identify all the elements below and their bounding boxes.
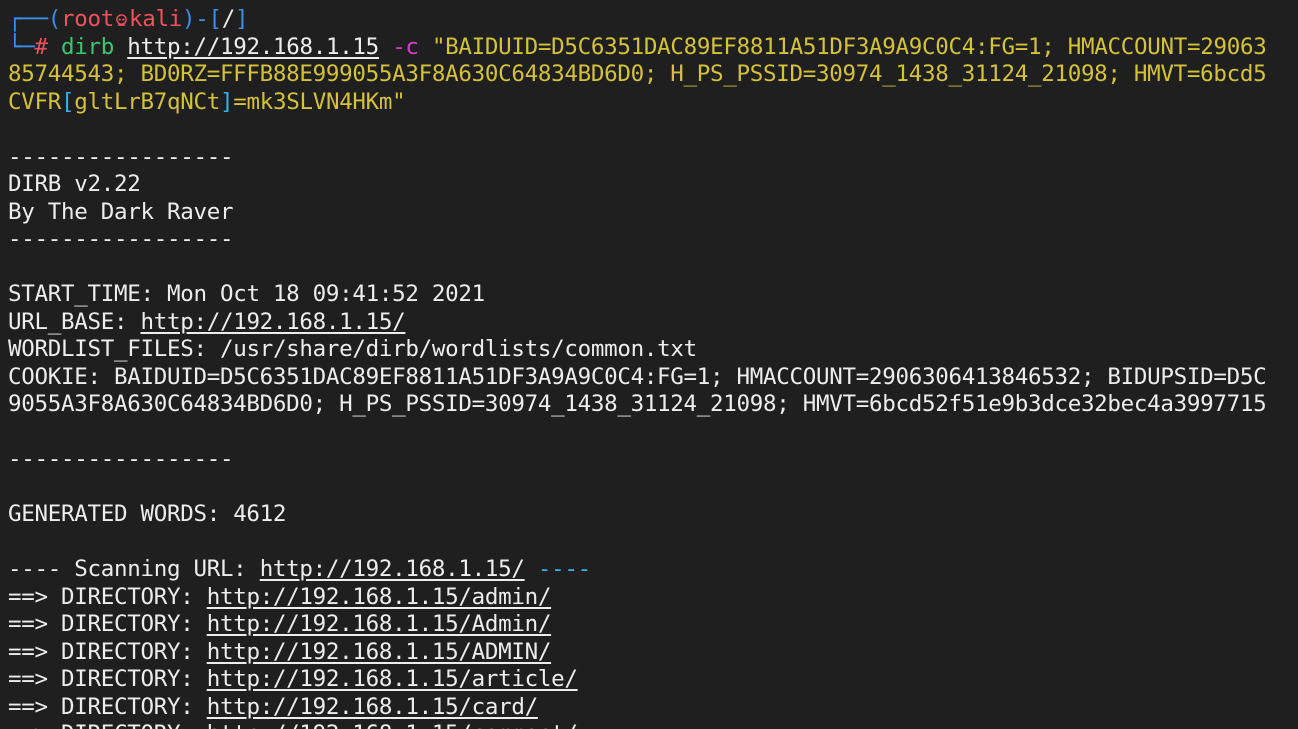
prompt-path-close: ]: [235, 6, 249, 32]
command-cookie-2: 85744543; BD0RZ=FFFB88E999055A3F8A630C64…: [8, 61, 1267, 87]
banner-author: By The Dark Raver: [8, 198, 234, 225]
scanning-url-link[interactable]: http://192.168.1.15/: [260, 556, 525, 582]
skull-icon: [116, 14, 127, 26]
prompt-close: )-[: [182, 6, 222, 32]
result-link[interactable]: http://192.168.1.15/Admin/: [207, 611, 552, 637]
generated-words-label: GENERATED WORDS:: [8, 501, 234, 527]
url-base-label: URL_BASE:: [8, 308, 141, 335]
result-row: ==> DIRECTORY: http://192.168.1.15/ADMIN…: [8, 639, 1298, 667]
scanning-url-line: ---- Scanning URL: http://192.168.1.15/ …: [8, 556, 1298, 584]
wordlist-line: WORDLIST_FILES: /usr/share/dirb/wordlist…: [8, 336, 1298, 364]
info-separator: -----------------: [8, 446, 234, 472]
command-line-wrap-1: 85744543; BD0RZ=FFFB88E999055A3F8A630C64…: [8, 61, 1298, 89]
result-prefix: ==> DIRECTORY:: [8, 611, 207, 637]
result-prefix: ==> DIRECTORY:: [8, 721, 207, 729]
prompt-corner-bottom: └─: [8, 33, 35, 60]
result-link[interactable]: http://192.168.1.15/admin/: [207, 584, 552, 610]
generated-words-line: GENERATED WORDS: 4612: [8, 501, 1298, 529]
prompt-user: root: [61, 6, 114, 32]
command-line[interactable]: └─# dirb http://192.168.1.15 -c "BAIDUID…: [8, 34, 1298, 62]
banner-title: DIRB v2.22: [8, 171, 141, 197]
wordlist-label: WORDLIST_FILES:: [8, 336, 220, 362]
prompt-hash: #: [34, 33, 49, 60]
result-link[interactable]: http://192.168.1.15/card/: [207, 694, 538, 720]
command-cookie-1: "BAIDUID=D5C6351DAC89EF8811A51DF3A9A9C0C…: [431, 33, 1267, 60]
prompt-host: kali: [129, 6, 182, 32]
prompt-corner-top: ┌──: [8, 6, 48, 32]
result-prefix: ==> DIRECTORY:: [8, 583, 207, 610]
command-cookie-3d: ]: [219, 88, 234, 115]
banner-separator-top: -----------------: [8, 143, 234, 170]
prompt-line: ┌──(root kali)-[/]: [8, 6, 1298, 34]
url-base-link[interactable]: http://192.168.1.15/: [140, 309, 405, 335]
result-prefix: ==> DIRECTORY:: [8, 638, 207, 665]
command-program: dirb: [61, 33, 114, 60]
scanning-prefix: ---- Scanning URL:: [8, 556, 260, 582]
command-cookie-3c: gltLrB7qNCt: [74, 88, 220, 115]
result-link[interactable]: http://192.168.1.15/comment/: [207, 721, 578, 729]
command-flag: -c: [392, 33, 419, 60]
result-prefix: ==> DIRECTORY:: [8, 666, 207, 692]
generated-words-count: 4612: [233, 501, 287, 527]
result-row: ==> DIRECTORY: http://192.168.1.15/artic…: [8, 666, 1298, 694]
url-base-line: URL_BASE: http://192.168.1.15/: [8, 309, 1298, 337]
command-line-wrap-2: CVFR[gltLrB7qNCt]=mk3SLVN4HKm": [8, 89, 1298, 117]
result-link[interactable]: http://192.168.1.15/ADMIN/: [207, 639, 552, 665]
cookie-line-2: 9055A3F8A630C64834BD6D0; H_PS_PSSID=3097…: [8, 391, 1267, 417]
scanning-suffix: ----: [524, 556, 591, 582]
result-row: ==> DIRECTORY: http://192.168.1.15/card/: [8, 694, 1298, 722]
cookie-line-1: COOKIE: BAIDUID=D5C6351DAC89EF8811A51DF3…: [8, 363, 1267, 390]
result-row: ==> DIRECTORY: http://192.168.1.15/admin…: [8, 584, 1298, 612]
command-cookie-3b: [: [61, 88, 75, 115]
result-link[interactable]: http://192.168.1.15/article/: [207, 666, 578, 692]
command-url[interactable]: http://192.168.1.15: [127, 34, 379, 60]
prompt-path: /: [221, 6, 236, 32]
command-cookie-3a: CVFR: [8, 88, 61, 115]
command-cookie-3e: =mk3SLVN4HKm": [233, 88, 406, 115]
wordlist-value: /usr/share/dirb/wordlists/common.txt: [219, 336, 697, 362]
banner-separator-bottom: -----------------: [8, 226, 234, 252]
start-time-label: START_TIME:: [8, 281, 167, 307]
terminal-window[interactable]: ┌──(root kali)-[/] └─# dirb http://192.16…: [0, 0, 1298, 729]
start-time-value: Mon Oct 18 09:41:52 2021: [166, 281, 485, 307]
prompt-open: (: [47, 6, 62, 32]
result-row: ==> DIRECTORY: http://192.168.1.15/Admin…: [8, 611, 1298, 639]
result-row: ==> DIRECTORY: http://192.168.1.15/comme…: [8, 721, 1298, 729]
start-time-line: START_TIME: Mon Oct 18 09:41:52 2021: [8, 281, 1298, 309]
result-prefix: ==> DIRECTORY:: [8, 693, 207, 720]
